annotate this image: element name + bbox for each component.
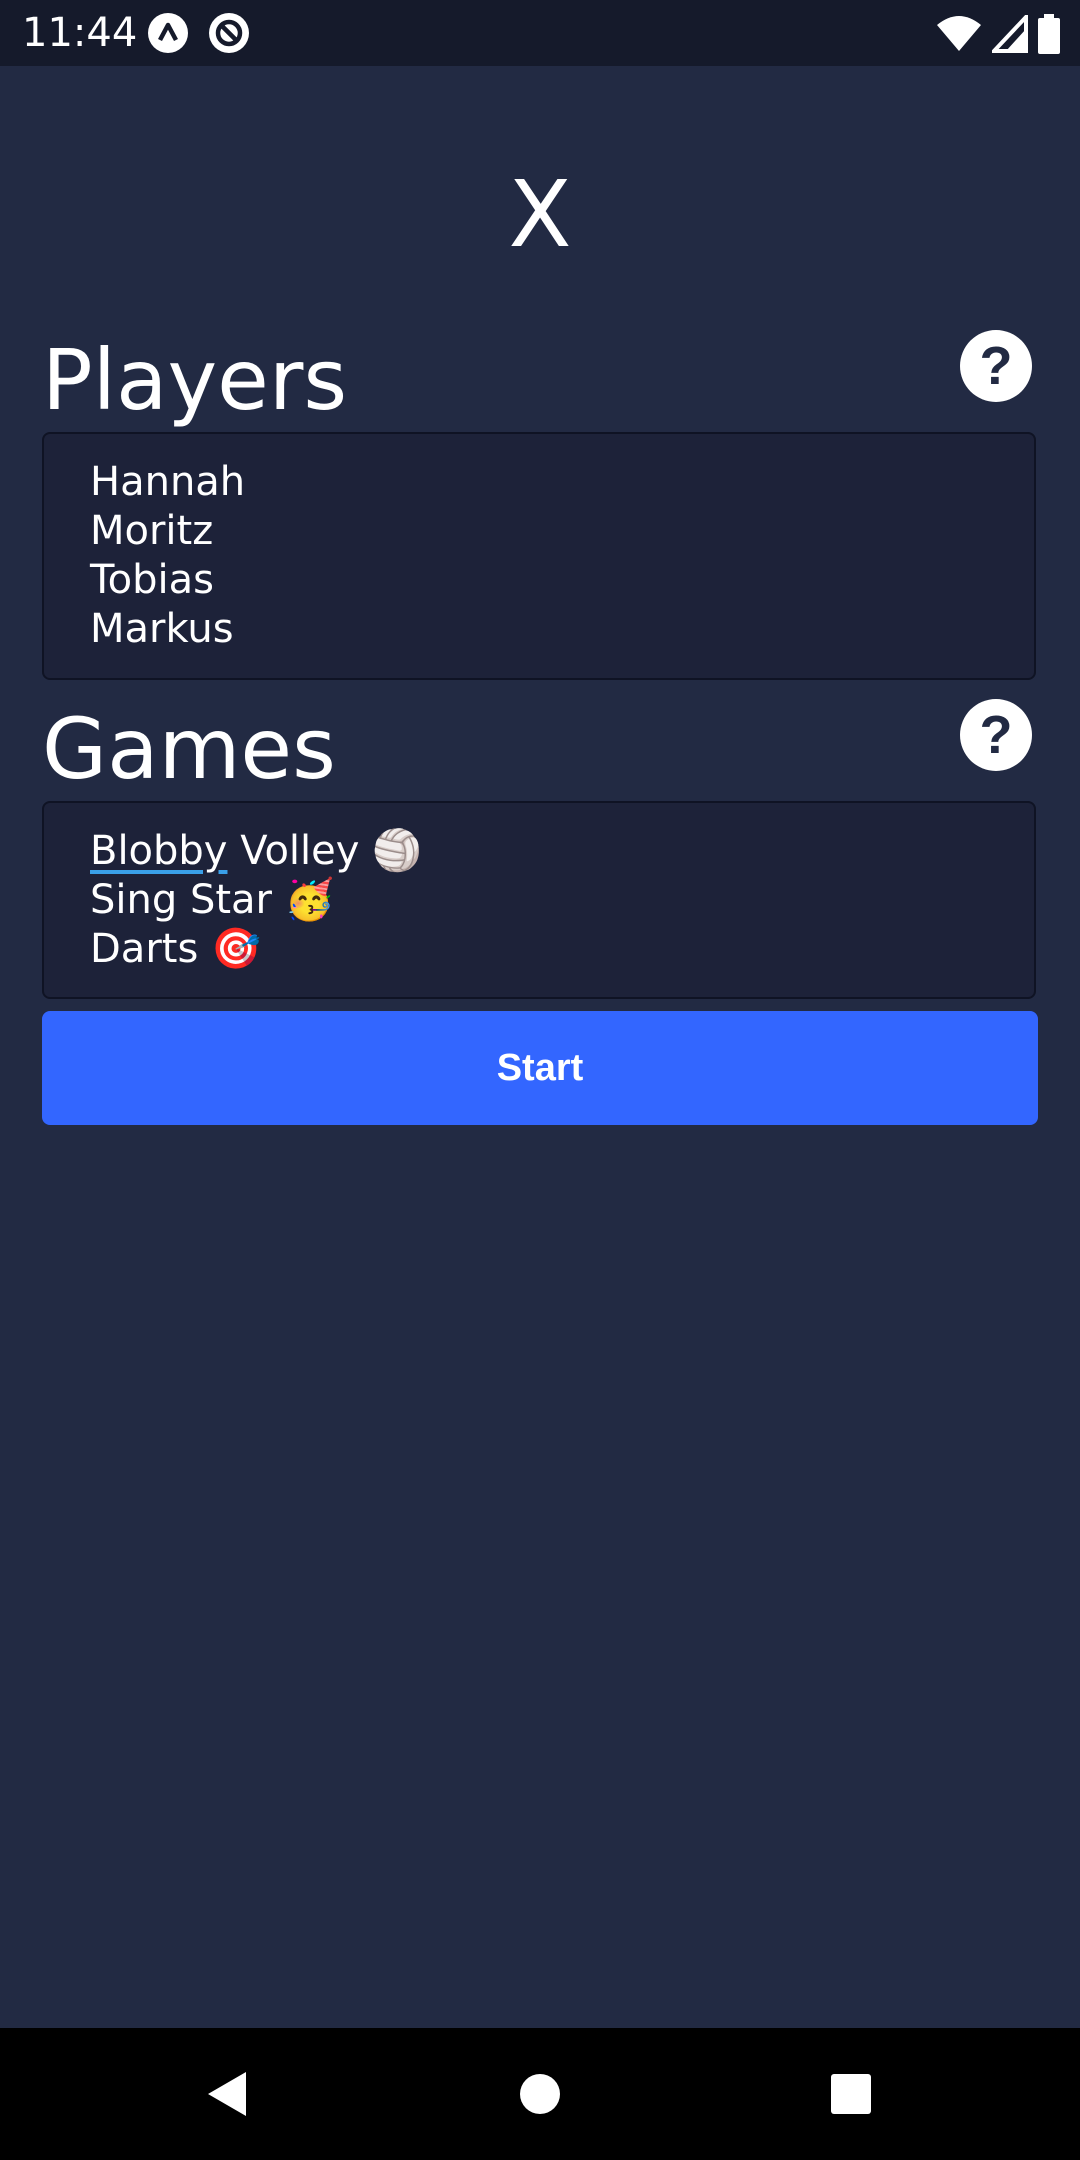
status-bar: 11:44 <box>0 0 1080 66</box>
game-line: Sing Star 🥳 <box>90 877 335 923</box>
status-time: 11:44 <box>22 10 138 56</box>
game-line: Blobby Volley 🏐 <box>90 828 422 874</box>
player-line: Tobias <box>90 557 214 603</box>
players-help-button[interactable]: ? <box>960 330 1032 402</box>
games-input[interactable]: Blobby Volley 🏐 Sing Star 🥳 Darts 🎯 <box>42 801 1036 999</box>
home-icon <box>520 2074 560 2114</box>
battery-icon <box>1038 14 1060 54</box>
recents-button[interactable] <box>811 2054 891 2134</box>
app-title: X <box>508 161 572 268</box>
player-line: Hannah <box>90 459 246 505</box>
players-input[interactable]: Hannah Moritz Tobias Markus <box>42 432 1036 680</box>
expo-icon <box>148 13 188 53</box>
party-face-emoji-icon: 🥳 <box>284 877 335 923</box>
players-title: Players <box>42 331 348 429</box>
question-mark-icon: ? <box>979 705 1013 765</box>
player-line: Moritz <box>90 508 214 554</box>
wifi-icon <box>937 16 981 51</box>
target-emoji-icon: 🎯 <box>211 926 261 972</box>
spellcheck-word: Blobby <box>90 828 228 874</box>
recents-icon <box>831 2074 871 2114</box>
navigation-bar <box>0 2028 1080 2160</box>
react-query-icon <box>209 13 249 53</box>
games-help-button[interactable]: ? <box>960 699 1032 771</box>
back-icon <box>208 2072 246 2116</box>
volleyball-emoji-icon: 🏐 <box>372 828 422 874</box>
cell-signal-icon <box>992 15 1028 53</box>
status-right-icons <box>936 14 1060 54</box>
games-title: Games <box>42 700 336 798</box>
home-button[interactable] <box>500 2054 580 2134</box>
player-line: Markus <box>90 606 234 652</box>
app-screen: 11:44 X Players ? Hannah Moritz Tobias M… <box>0 0 1080 2160</box>
back-button[interactable] <box>186 2054 266 2134</box>
start-button-label: Start <box>496 1046 584 1089</box>
question-mark-icon: ? <box>979 336 1013 396</box>
start-button[interactable]: Start <box>42 1011 1038 1125</box>
game-line: Darts 🎯 <box>90 926 261 972</box>
